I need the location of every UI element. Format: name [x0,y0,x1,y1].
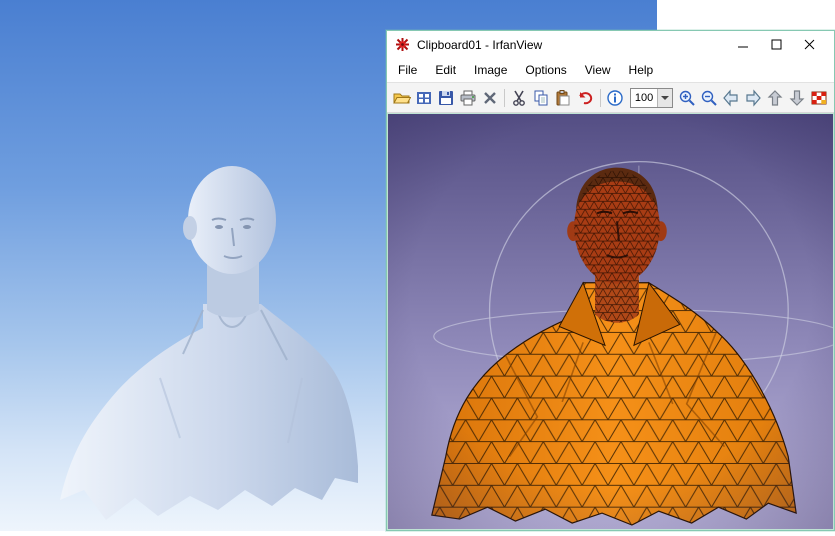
close-button[interactable] [793,31,826,58]
smooth-bust-render [40,128,360,531]
menu-options[interactable]: Options [516,60,575,80]
save-icon[interactable] [435,86,456,110]
thumbnails-icon[interactable] [413,86,434,110]
slideshow-icon[interactable] [809,86,830,110]
image-viewer-canvas[interactable] [387,113,834,530]
prev-file-icon[interactable] [721,86,742,110]
zoom-out-icon[interactable] [699,86,720,110]
maximize-button[interactable] [760,31,793,58]
page-down-icon[interactable] [787,86,808,110]
title-bar[interactable]: Clipboard01 - IrfanView [387,31,834,58]
toolbar-separator [504,89,505,107]
zoom-in-icon[interactable] [677,86,698,110]
menu-image[interactable]: Image [465,60,516,80]
zoom-value[interactable]: 100 [631,92,657,104]
window-title: Clipboard01 - IrfanView [417,38,727,52]
toolbar: 100 [387,82,834,113]
zoom-dropdown-arrow-icon[interactable] [657,89,672,107]
cut-icon[interactable] [509,86,530,110]
open-folder-icon[interactable] [391,86,412,110]
copy-icon[interactable] [531,86,552,110]
menu-view[interactable]: View [576,60,620,80]
delete-icon[interactable] [479,86,500,110]
menu-bar: File Edit Image Options View Help [387,58,834,82]
irfanview-window[interactable]: Clipboard01 - IrfanView File Edit Image … [386,30,835,531]
menu-file[interactable]: File [389,60,426,80]
irfanview-logo-icon [394,36,411,53]
toolbar-separator [600,89,601,107]
undo-icon[interactable] [575,86,596,110]
wireframe-bust-render [388,114,833,529]
print-icon[interactable] [457,86,478,110]
background-window-strip [657,0,835,33]
zoom-combo[interactable]: 100 [630,88,673,108]
info-icon[interactable] [605,86,626,110]
menu-help[interactable]: Help [620,60,663,80]
page-up-icon[interactable] [765,86,786,110]
next-file-icon[interactable] [743,86,764,110]
smooth-bust-3d-scene[interactable] [40,128,360,531]
minimize-button[interactable] [727,31,760,58]
paste-icon[interactable] [553,86,574,110]
menu-edit[interactable]: Edit [426,60,465,80]
